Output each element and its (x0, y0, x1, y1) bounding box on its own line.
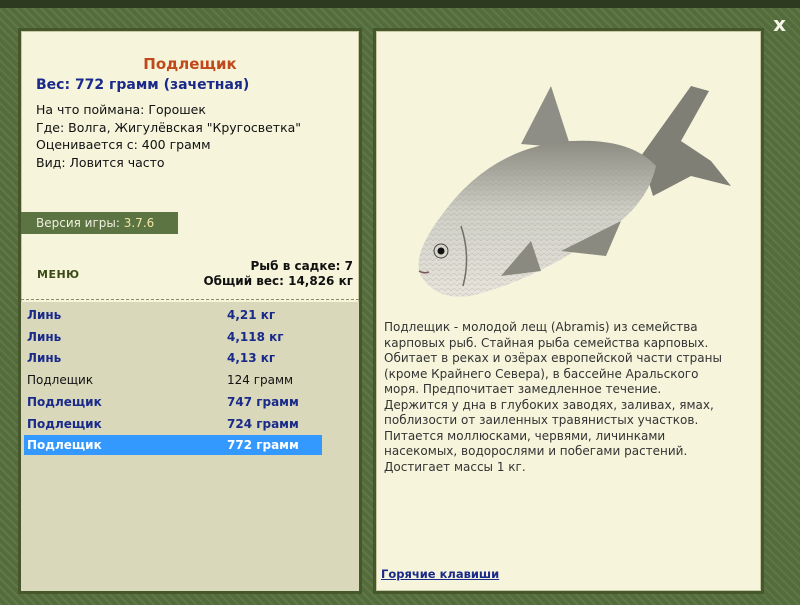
catch-name: Подлещик (27, 438, 102, 453)
catch-weight: 724 грамм (227, 416, 299, 431)
catch-weight: 4,13 кг (227, 351, 276, 366)
fish-type: Вид: Ловится часто (36, 154, 165, 170)
close-button[interactable]: x (773, 12, 786, 36)
rated-from: Оценивается с: 400 грамм (36, 137, 211, 152)
catch-name: Линь (27, 351, 62, 366)
catch-name: Подлещик (27, 394, 102, 409)
game-window: x Подлещик Вес: 772 грамм (зачетная) На … (0, 0, 800, 605)
fish-description-panel: Подлещик - молодой лещ (Abramis) из семе… (373, 28, 764, 594)
version-value: 3.7.6 (123, 216, 155, 230)
catch-summary: Рыб в садке: 7 Общий вес: 14,826 кг (203, 259, 353, 289)
catch-row[interactable]: Линь 4,118 кг (24, 327, 322, 347)
catch-row[interactable]: Подлещик 747 грамм (24, 392, 322, 412)
fish-details: На что поймана: Горошек Где: Волга, Жигу… (36, 101, 301, 171)
catch-weight: 4,21 кг (227, 308, 276, 322)
catch-row[interactable]: Линь 4,13 кг (24, 348, 322, 368)
caught-on: На что поймана: Горошек (36, 102, 206, 117)
catch-row[interactable]: Подлещик 772 грамм (24, 435, 322, 456)
catch-row[interactable]: Линь 4,21 кг (24, 305, 322, 325)
catch-name: Линь (27, 329, 62, 344)
version-badge: Версия игры: 3.7.6 (21, 212, 178, 234)
catch-info-panel: Подлещик Вес: 772 грамм (зачетная) На чт… (18, 28, 362, 594)
top-strip (0, 0, 800, 8)
catch-weight: 747 грамм (227, 394, 299, 409)
catch-name: Подлещик (27, 373, 94, 388)
catch-weight: 4,118 кг (227, 329, 284, 344)
total-weight: Общий вес: 14,826 кг (203, 274, 353, 288)
fish-weight: Вес: 772 грамм (зачетная) (36, 77, 250, 93)
menu-button[interactable]: МЕНЮ (37, 268, 80, 281)
catch-row[interactable]: Подлещик 724 грамм (24, 414, 322, 434)
catch-row[interactable]: Подлещик 124 грамм (24, 370, 322, 390)
fish-in-net: Рыб в садке: 7 (250, 259, 354, 273)
location: Где: Волга, Жигулёвская "Кругосветка" (36, 119, 302, 135)
fish-description: Подлещик - молодой лещ (Abramis) из семе… (384, 320, 722, 474)
fish-name: Подлещик (143, 55, 237, 73)
hotkeys-link[interactable]: Горячие клавиши (381, 567, 499, 581)
catch-weight: 124 грамм (227, 373, 294, 388)
catch-name: Линь (27, 308, 62, 322)
catch-list: Линь 4,21 кг Линь 4,118 кг Линь 4,13 кг Подлещ… (21, 302, 359, 591)
divider (21, 299, 359, 300)
catch-name: Подлещик (27, 416, 102, 431)
fish-image (418, 86, 731, 297)
version-label: Версия игры: (36, 216, 120, 230)
catch-weight: 772 грамм (227, 438, 299, 453)
